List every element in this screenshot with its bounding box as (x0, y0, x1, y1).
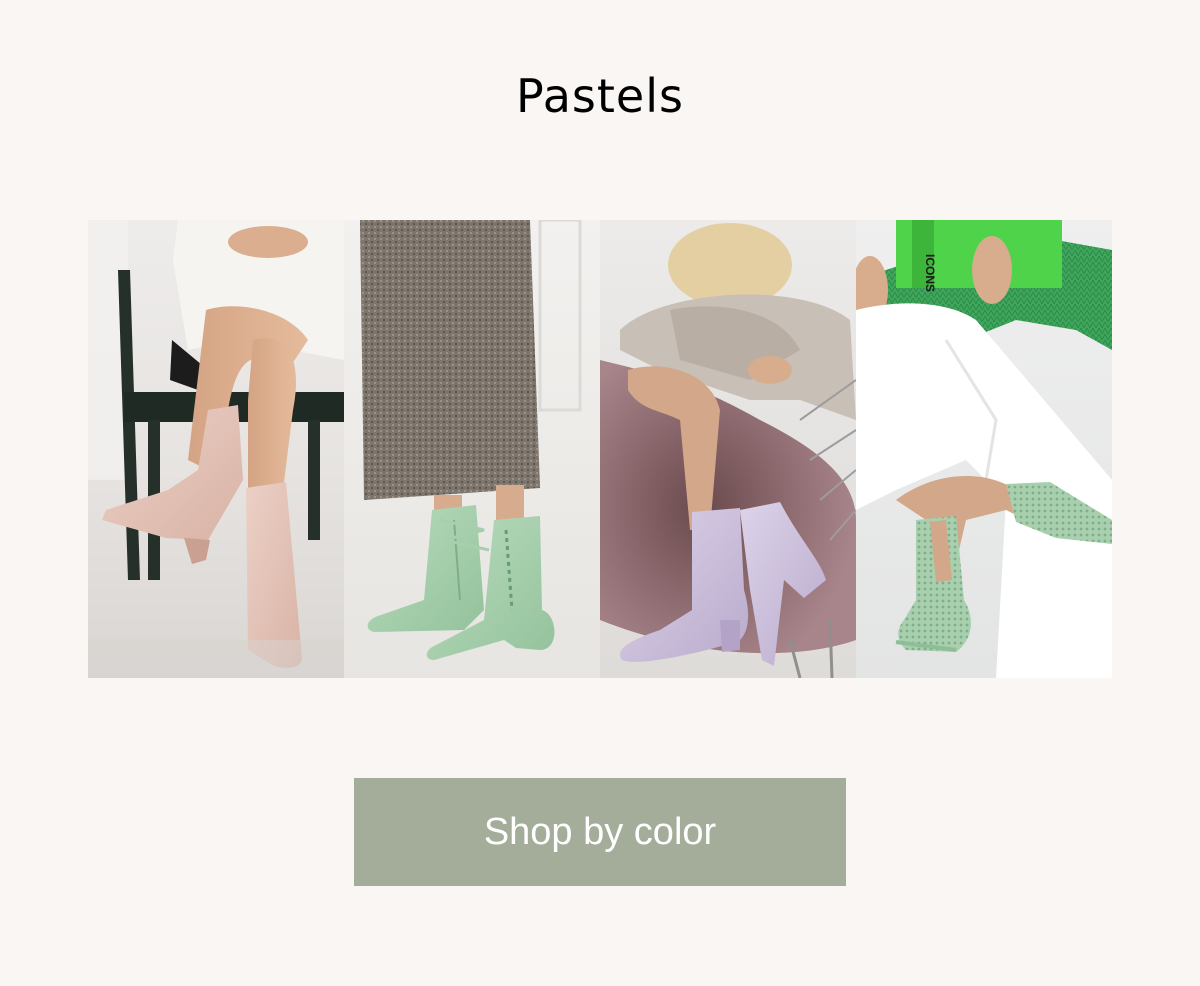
photo-mint-lace-boots[interactable] (344, 220, 600, 678)
photo-lilac-boots[interactable] (600, 220, 856, 678)
photo-mint-mesh-boots[interactable]: ICONS (856, 220, 1112, 678)
book-title: ICONS (923, 254, 937, 292)
lilac-boots-image (600, 220, 856, 678)
mint-mesh-boots-image: ICONS (856, 220, 1112, 678)
page-title: Pastels (516, 69, 684, 123)
photo-gallery: ICONS (88, 220, 1112, 678)
mint-lace-boots-image (344, 220, 600, 678)
photo-pink-boots[interactable] (88, 220, 344, 678)
shop-by-color-button[interactable]: Shop by color (354, 778, 846, 886)
pink-boots-image (88, 220, 344, 678)
